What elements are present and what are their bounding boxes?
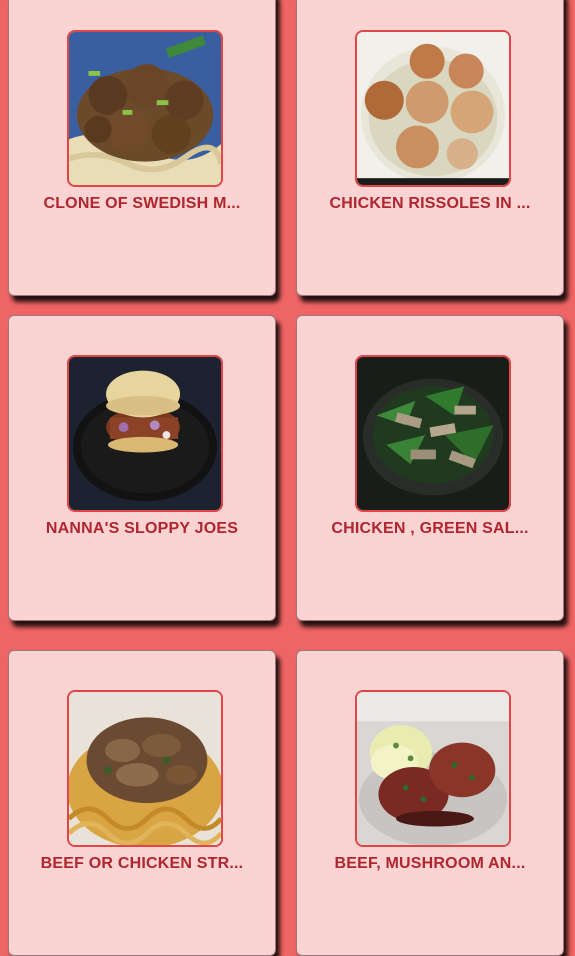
swedish-meatballs-photo [69, 32, 221, 185]
chicken-green-salad-photo [357, 357, 509, 510]
beef-stroganoff-photo [69, 692, 221, 845]
recipe-card[interactable]: NANNA'S SLOPPY JOES [8, 315, 276, 621]
recipe-card[interactable]: CHICKEN RISSOLES IN ... [296, 0, 564, 296]
recipe-title: CHICKEN RISSOLES IN ... [329, 195, 531, 212]
recipe-thumbnail [67, 355, 223, 512]
recipe-card[interactable]: CLONE OF SWEDISH M... [8, 0, 276, 296]
sloppy-joe-photo [69, 357, 221, 510]
recipe-card[interactable]: BEEF OR CHICKEN STR... [8, 650, 276, 956]
recipe-title: NANNA'S SLOPPY JOES [45, 520, 239, 537]
recipe-title: BEEF OR CHICKEN STR... [40, 855, 244, 872]
recipe-thumbnail [355, 30, 511, 187]
recipe-card[interactable]: BEEF, MUSHROOM AN... [296, 650, 564, 956]
recipe-title: BEEF, MUSHROOM AN... [334, 855, 526, 872]
recipe-thumbnail [355, 690, 511, 847]
chicken-rissoles-photo [357, 32, 509, 185]
recipe-thumbnail [355, 355, 511, 512]
recipe-thumbnail [67, 690, 223, 847]
recipe-title: CLONE OF SWEDISH M... [43, 195, 241, 212]
recipe-card[interactable]: CHICKEN , GREEN SAL... [296, 315, 564, 621]
recipe-thumbnail [67, 30, 223, 187]
beef-patties-photo [357, 692, 509, 845]
recipe-title: CHICKEN , GREEN SAL... [331, 520, 529, 537]
